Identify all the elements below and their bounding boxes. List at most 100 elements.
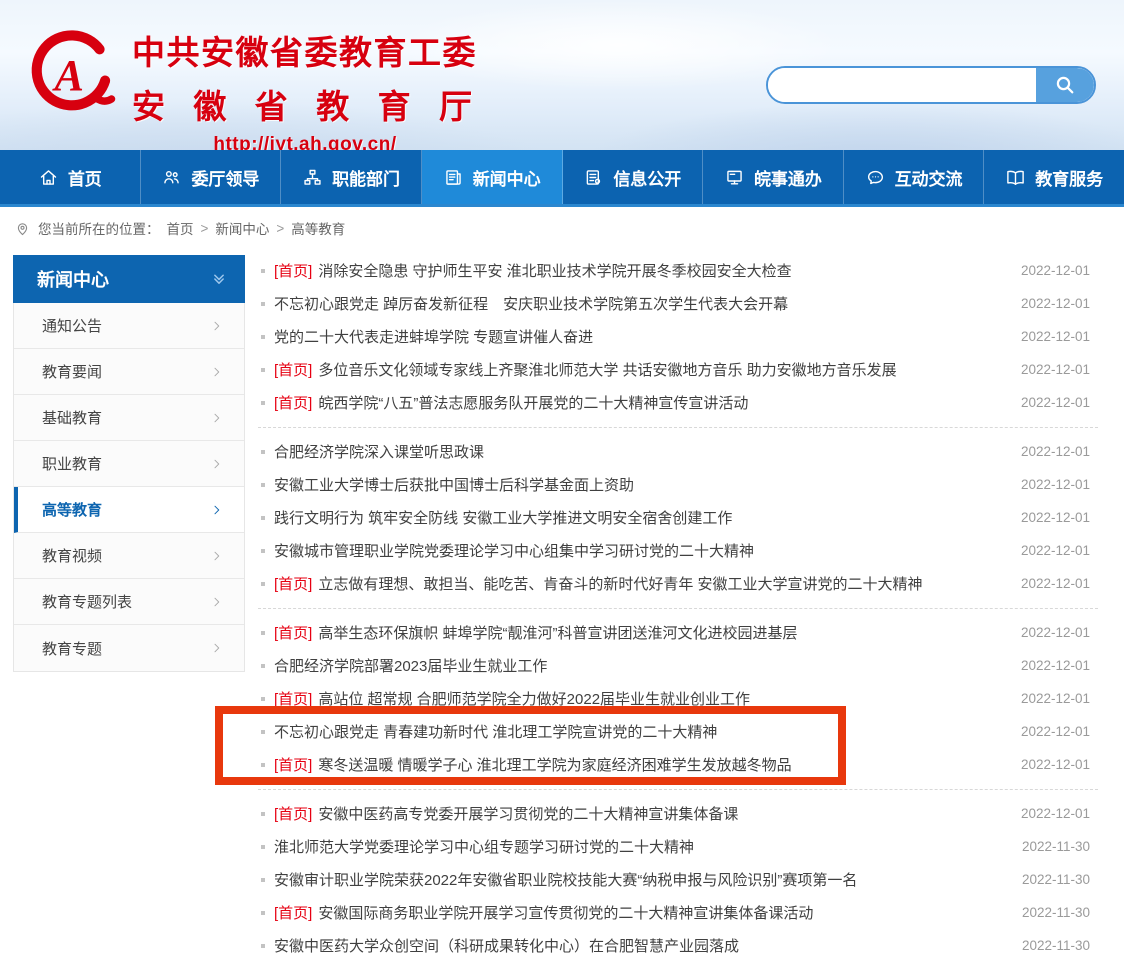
bullet-icon xyxy=(261,401,265,405)
news-date: 2022-12-01 xyxy=(1005,444,1098,459)
news-title-link[interactable]: 皖西学院“八五”普法志愿服务队开展党的二十大精神宣传宣讲活动 xyxy=(318,392,748,413)
news-date: 2022-12-01 xyxy=(1005,296,1098,311)
news-title-link[interactable]: 立志做有理想、敢担当、能吃苦、肯奋斗的新时代好青年 安徽工业大学宣讲党的二十大精… xyxy=(318,573,922,594)
main-nav: 首页委厅领导职能部门新闻中心信息公开 皖事通办互动交流 教育服务 xyxy=(0,150,1124,207)
breadcrumb-crumb[interactable]: 高等教育 xyxy=(291,218,345,238)
bullet-icon xyxy=(261,269,265,273)
bullet-icon xyxy=(261,549,265,553)
bullet-icon xyxy=(261,878,265,882)
news-date: 2022-12-01 xyxy=(1005,543,1098,558)
departments-icon xyxy=(302,167,323,188)
news-title-link[interactable]: 安徽国际商务职业学院开展学习宣传贯彻党的二十大精神宣讲集体备课活动 xyxy=(318,902,813,923)
group-divider xyxy=(258,781,1098,790)
news-row: 合肥经济学院深入课堂听思政课 2022-12-01 xyxy=(258,435,1098,468)
chevron-right-icon xyxy=(210,595,224,609)
bullet-icon xyxy=(261,911,265,915)
news-title-link[interactable]: 多位音乐文化领域专家线上齐聚淮北师范大学 共话安徽地方音乐 助力安徽地方音乐发展 xyxy=(318,359,896,380)
news-row: 淮北师范大学党委理论学习中心组专题学习研讨党的二十大精神2022-11-30 xyxy=(258,830,1098,863)
interaction-icon xyxy=(865,167,886,188)
news-row: 党的二十大代表走进蚌埠学院 专题宣讲催人奋进2022-12-01 xyxy=(258,320,1098,353)
sidebar-item[interactable]: 通知公告 xyxy=(14,303,244,349)
news-row: 安徽中医药大学众创空间（科研成果转化中心）在合肥智慧产业园落成 2022-11-3… xyxy=(258,929,1098,962)
nav-item[interactable]: 首页 xyxy=(0,150,141,204)
news-title-link[interactable]: 消除安全隐患 守护师生平安 淮北职业技术学院开展冬季校园安全大检查 xyxy=(318,260,791,281)
location-pin-icon xyxy=(14,220,31,237)
sidebar-item[interactable]: 教育专题 xyxy=(14,625,244,671)
leaders-icon xyxy=(161,167,182,188)
news-row: [首页]立志做有理想、敢担当、能吃苦、肯奋斗的新时代好青年 安徽工业大学宣讲党的… xyxy=(258,567,1098,600)
news-row: 安徽工业大学博士后获批中国博士后科学基金面上资助 2022-12-01 xyxy=(258,468,1098,501)
chevron-right-icon xyxy=(210,365,224,379)
nav-item[interactable]: 皖事通办 xyxy=(703,150,844,204)
news-title-link[interactable]: 不忘初心跟党走 青春建功新时代 淮北理工学院宣讲党的二十大精神 xyxy=(274,721,717,742)
news-title-link[interactable]: 合肥经济学院部署2023届毕业生就业工作 xyxy=(274,655,547,676)
nav-item[interactable]: 职能部门 xyxy=(281,150,422,204)
breadcrumb-crumb[interactable]: 新闻中心 xyxy=(215,218,269,238)
news-title-link[interactable]: 高站位 超常规 合肥师范学院全力做好2022届毕业生就业创业工作 xyxy=(318,688,750,709)
sidebar-item[interactable]: 基础教育 xyxy=(14,395,244,441)
org-name-line2: 安徽省教育厅 xyxy=(132,80,472,128)
breadcrumb-separator: > xyxy=(276,221,284,236)
sidebar-item[interactable]: 教育视频 xyxy=(14,533,244,579)
front-page-tag: [首页] xyxy=(274,359,312,380)
nav-item[interactable]: 委厅领导 xyxy=(141,150,282,204)
news-row: [首页]皖西学院“八五”普法志愿服务队开展党的二十大精神宣传宣讲活动2022-1… xyxy=(258,386,1098,419)
news-title-link[interactable]: 安徽中医药大学众创空间（科研成果转化中心）在合肥智慧产业园落成 xyxy=(274,935,739,956)
search-button[interactable] xyxy=(1036,68,1094,102)
home-icon xyxy=(38,167,59,188)
nav-item[interactable]: 新闻中心 xyxy=(422,150,563,204)
news-row: [首页] 多位音乐文化领域专家线上齐聚淮北师范大学 共话安徽地方音乐 助力安徽地方… xyxy=(258,353,1098,386)
breadcrumb-crumb[interactable]: 首页 xyxy=(167,218,194,238)
sidebar-item[interactable]: 高等教育 xyxy=(14,487,244,533)
news-date: 2022-12-01 xyxy=(1005,724,1098,739)
news-title-link[interactable]: 安徽审计职业学院荣获2022年安徽省职业院校技能大赛“纳税申报与风险识别”赛项第… xyxy=(274,869,857,890)
news-row: [首页]消除安全隐患 守护师生平安 淮北职业技术学院开展冬季校园安全大检查202… xyxy=(258,254,1098,287)
site-logo-icon: A xyxy=(26,26,118,126)
news-title-link[interactable]: 安徽工业大学博士后获批中国博士后科学基金面上资助 xyxy=(274,474,634,495)
sidebar: 新闻中心 通知公告教育要闻基础教育职业教育高等教育教育视频教育专题列表教育专题 xyxy=(13,255,245,672)
education-services-icon xyxy=(1005,167,1026,188)
news-date: 2022-11-30 xyxy=(1006,938,1098,953)
bullet-icon xyxy=(261,335,265,339)
svg-text:A: A xyxy=(52,51,84,100)
news-title-link[interactable]: 高举生态环保旗帜 蚌埠学院“靓淮河”科普宣讲团送淮河文化进校园进基层 xyxy=(318,622,797,643)
bullet-icon xyxy=(261,845,265,849)
bullet-icon xyxy=(261,697,265,701)
nav-item[interactable]: 互动交流 xyxy=(844,150,985,204)
bullet-icon xyxy=(261,450,265,454)
bullet-icon xyxy=(261,302,265,306)
news-date: 2022-12-01 xyxy=(1005,477,1098,492)
group-divider xyxy=(258,419,1098,428)
chevron-right-icon xyxy=(210,319,224,333)
nav-item[interactable]: 信息公开 xyxy=(563,150,704,204)
news-row: 安徽城市管理职业学院党委理论学习中心组集中学习研讨党的二十大精神 2022-12-… xyxy=(258,534,1098,567)
sidebar-header-news-center[interactable]: 新闻中心 xyxy=(13,255,245,303)
sidebar-title: 新闻中心 xyxy=(37,266,109,292)
bullet-icon xyxy=(261,368,265,372)
sidebar-items: 通知公告教育要闻基础教育职业教育高等教育教育视频教育专题列表教育专题 xyxy=(13,303,245,672)
news-title-link[interactable]: 合肥经济学院深入课堂听思政课 xyxy=(274,441,484,462)
news-title-link[interactable]: 淮北师范大学党委理论学习中心组专题学习研讨党的二十大精神 xyxy=(274,836,694,857)
nav-item-label: 皖事通办 xyxy=(754,165,822,190)
news-title-link[interactable]: 党的二十大代表走进蚌埠学院 专题宣讲催人奋进 xyxy=(274,326,593,347)
news-row: [首页]高站位 超常规 合肥师范学院全力做好2022届毕业生就业创业工作2022… xyxy=(258,682,1098,715)
bullet-icon xyxy=(261,730,265,734)
sidebar-item[interactable]: 教育要闻 xyxy=(14,349,244,395)
nav-item-label: 教育服务 xyxy=(1035,165,1103,190)
news-title-link[interactable]: 安徽城市管理职业学院党委理论学习中心组集中学习研讨党的二十大精神 xyxy=(274,540,754,561)
nav-item[interactable]: 教育服务 xyxy=(984,150,1124,204)
front-page-tag: [首页] xyxy=(274,902,312,923)
news-row: [首页]寒冬送温暖 情暖学子心 淮北理工学院为家庭经济困难学生发放越冬物品202… xyxy=(258,748,1098,781)
sidebar-item-label: 教育专题列表 xyxy=(42,591,132,612)
news-title-link[interactable]: 安徽中医药高专党委开展学习贯彻党的二十大精神宣讲集体备课 xyxy=(318,803,738,824)
front-page-tag: [首页] xyxy=(274,803,312,824)
search-input[interactable] xyxy=(768,68,1036,102)
news-title-link[interactable]: 寒冬送温暖 情暖学子心 淮北理工学院为家庭经济困难学生发放越冬物品 xyxy=(318,754,791,775)
chevron-right-icon xyxy=(210,641,224,655)
site-branding: A 中共安徽省委教育工委 安徽省教育厅 http://jyt.ah.gov.cn… xyxy=(26,26,478,156)
sidebar-item[interactable]: 教育专题列表 xyxy=(14,579,244,625)
sidebar-item[interactable]: 职业教育 xyxy=(14,441,244,487)
news-title-link[interactable]: 不忘初心跟党走 踔厉奋发新征程 安庆职业技术学院第五次学生代表大会开幕 xyxy=(274,293,788,314)
news-title-link[interactable]: 践行文明行为 筑牢安全防线 安徽工业大学推进文明安全宿舍创建工作 xyxy=(274,507,732,528)
news-date: 2022-12-01 xyxy=(1005,691,1098,706)
